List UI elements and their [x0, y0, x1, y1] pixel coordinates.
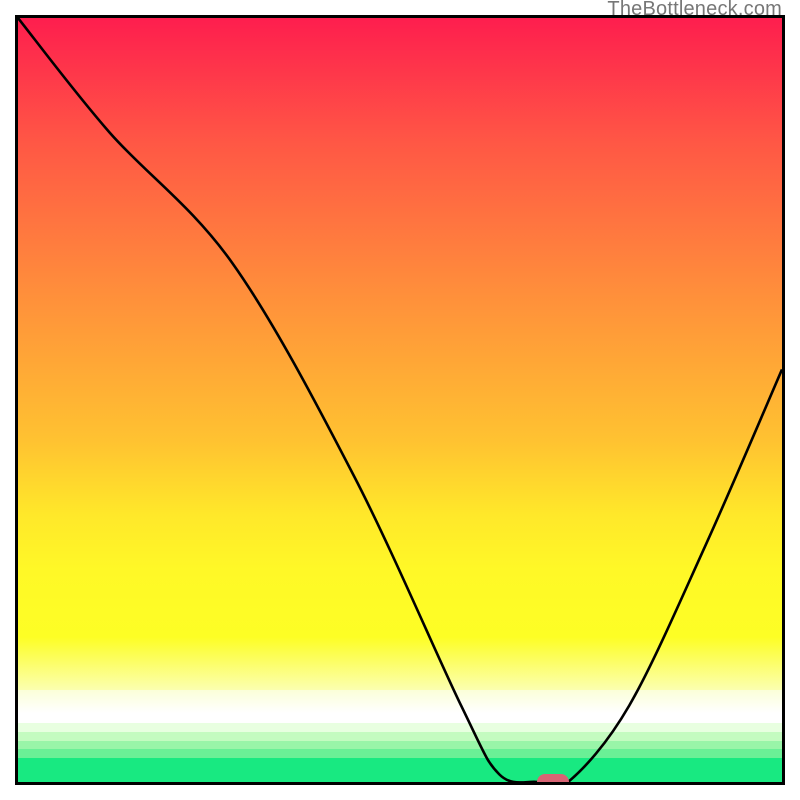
watermark-text: TheBottleneck.com [607, 0, 782, 21]
optimal-marker [537, 774, 569, 785]
bottleneck-curve [18, 18, 782, 782]
curve-layer [18, 18, 782, 782]
chart-frame: TheBottleneck.com [0, 0, 800, 800]
plot-area [15, 15, 785, 785]
